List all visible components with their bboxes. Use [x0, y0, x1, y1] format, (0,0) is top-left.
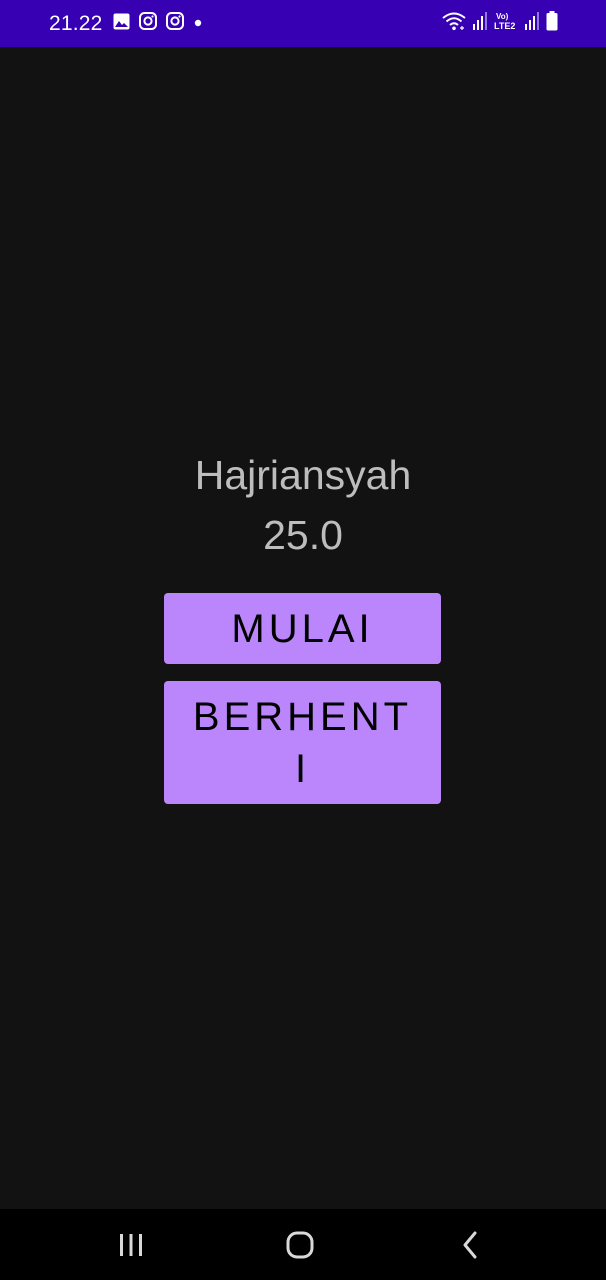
signal-icon [473, 12, 487, 35]
dot-icon [193, 15, 203, 33]
status-right-icons: Vo) LTE2 [442, 10, 558, 37]
signal-icon [525, 12, 539, 35]
wifi-icon [442, 11, 466, 36]
instagram-icon [138, 12, 157, 35]
instagram-icon [165, 12, 184, 35]
name-label: Hajriansyah [194, 452, 412, 498]
app-screen: 21.22 Vo) LTE2 Hajriansyah 25.0 MULAI BE… [0, 0, 606, 1280]
svg-text:Vo): Vo) [496, 12, 509, 21]
recent-apps-icon[interactable] [91, 1209, 171, 1280]
value-label: 25.0 [263, 512, 343, 558]
svg-text:LTE2: LTE2 [494, 21, 515, 31]
status-time: 21.22 [49, 11, 103, 35]
stop-button[interactable]: BERHENTI [164, 681, 441, 804]
image-icon [113, 13, 130, 35]
status-bar: 21.22 Vo) LTE2 [0, 0, 606, 47]
navigation-bar [0, 1209, 606, 1280]
volte-lte2-icon: Vo) LTE2 [494, 10, 518, 37]
home-icon[interactable] [260, 1209, 340, 1280]
start-button[interactable]: MULAI [164, 593, 441, 664]
back-icon[interactable] [430, 1209, 510, 1280]
battery-icon [546, 11, 558, 36]
